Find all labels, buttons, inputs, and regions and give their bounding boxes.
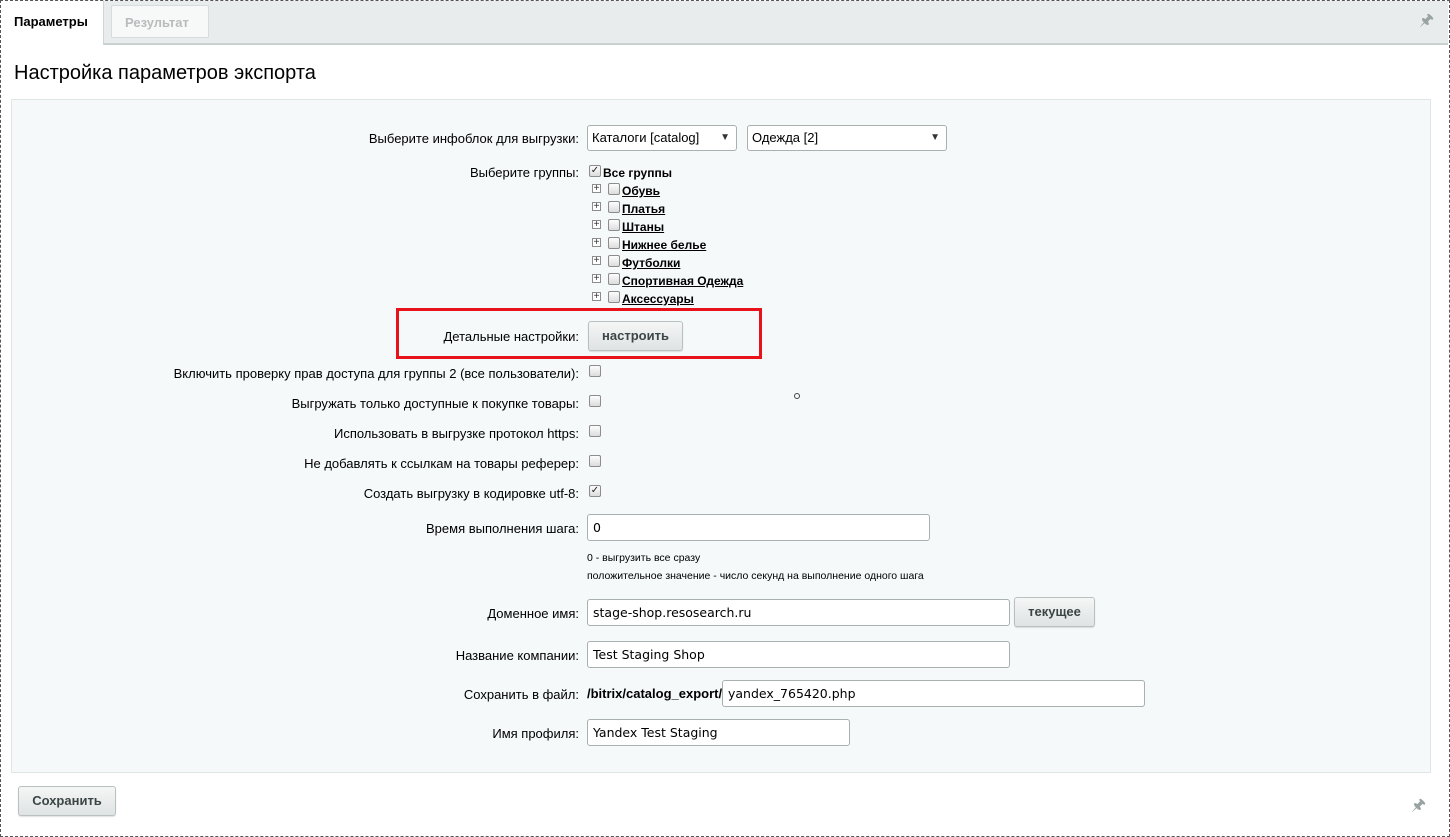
option-label: Не добавлять к ссылкам на товары реферер… bbox=[304, 456, 579, 471]
option-label: Создать выгрузку в кодировке utf-8: bbox=[363, 486, 579, 501]
detail-label: Детальные настройки: bbox=[443, 329, 579, 344]
save-file-path: /bitrix/catalog_export/ bbox=[587, 686, 723, 701]
option-checkbox[interactable] bbox=[589, 395, 601, 407]
step-time-input[interactable]: 0 bbox=[587, 514, 930, 541]
step-time-hint: положительное значение - число секунд на… bbox=[587, 570, 924, 582]
save-button[interactable]: Сохранить bbox=[18, 786, 116, 816]
infoblock-label: Выберите инфоблок для выгрузки: bbox=[368, 131, 579, 146]
tab-parameters[interactable]: Параметры bbox=[1, 1, 104, 45]
expand-icon[interactable]: + bbox=[592, 202, 601, 212]
tab-bar: Параметры Результат 🖈 bbox=[1, 1, 1448, 45]
group-checkbox[interactable] bbox=[608, 183, 620, 195]
settings-panel bbox=[11, 99, 1431, 773]
option-label: Включить проверку прав доступа для групп… bbox=[173, 366, 579, 381]
profile-name-input[interactable]: Yandex Test Staging bbox=[587, 719, 850, 746]
chevron-down-icon: ▼ bbox=[720, 132, 730, 143]
expand-icon[interactable]: + bbox=[592, 220, 601, 230]
save-file-label: Сохранить в файл: bbox=[463, 687, 579, 702]
expand-icon[interactable]: + bbox=[592, 238, 601, 248]
domain-input[interactable]: stage-shop.resosearch.ru bbox=[587, 599, 1010, 626]
group-link[interactable]: Штаны bbox=[622, 220, 664, 234]
option-label: Выгружать только доступные к покупке тов… bbox=[291, 396, 579, 411]
pin-icon[interactable]: 🖈 bbox=[1411, 794, 1426, 821]
expand-icon[interactable]: + bbox=[592, 274, 601, 284]
groups-label: Выберите группы: bbox=[469, 165, 579, 180]
group-link[interactable]: Футболки bbox=[622, 256, 680, 270]
pin-icon[interactable]: 🖈 bbox=[1419, 9, 1434, 36]
chevron-down-icon: ▼ bbox=[930, 132, 940, 143]
iblock-type-value: Каталоги [catalog] bbox=[592, 130, 700, 145]
page-title: Настройка параметров экспорта bbox=[14, 62, 316, 84]
profile-label: Имя профиля: bbox=[492, 726, 579, 741]
configure-button[interactable]: настроить bbox=[588, 321, 683, 351]
step-time-hint: 0 - выгрузить все сразу bbox=[587, 552, 701, 564]
group-checkbox[interactable] bbox=[608, 219, 620, 231]
current-domain-button[interactable]: текущее bbox=[1014, 597, 1095, 627]
group-link[interactable]: Нижнее белье bbox=[622, 238, 706, 252]
iblock-type-select[interactable]: Каталоги [catalog] ▼ bbox=[587, 125, 737, 151]
group-link[interactable]: Обувь bbox=[622, 184, 660, 198]
company-input[interactable]: Test Staging Shop bbox=[587, 641, 1010, 668]
option-checkbox[interactable]: ✓ bbox=[589, 485, 601, 497]
tab-result[interactable]: Результат bbox=[111, 5, 209, 38]
group-link[interactable]: Аксессуары bbox=[622, 292, 694, 306]
iblock-value: Одежда [2] bbox=[752, 130, 819, 145]
group-link[interactable]: Спортивная Одежда bbox=[622, 274, 743, 288]
group-checkbox[interactable] bbox=[608, 291, 620, 303]
step-time-label: Время выполнения шага: bbox=[426, 521, 579, 536]
cursor-dot bbox=[794, 393, 800, 399]
company-label: Название компании: bbox=[455, 648, 579, 663]
option-checkbox[interactable] bbox=[589, 365, 601, 377]
expand-icon[interactable]: + bbox=[592, 184, 601, 194]
group-link[interactable]: Платья bbox=[622, 202, 665, 216]
all-groups-checkbox[interactable]: ✓ bbox=[589, 165, 601, 177]
expand-icon[interactable]: + bbox=[592, 256, 601, 266]
group-checkbox[interactable] bbox=[608, 201, 620, 213]
domain-label: Доменное имя: bbox=[487, 606, 579, 621]
iblock-select[interactable]: Одежда [2] ▼ bbox=[747, 125, 947, 151]
option-label: Использовать в выгрузке протокол https: bbox=[333, 426, 579, 441]
option-checkbox[interactable] bbox=[589, 425, 601, 437]
group-checkbox[interactable] bbox=[608, 273, 620, 285]
expand-icon[interactable]: + bbox=[592, 292, 601, 302]
group-checkbox[interactable] bbox=[608, 255, 620, 267]
option-checkbox[interactable] bbox=[589, 455, 601, 467]
all-groups-label: Все группы bbox=[603, 166, 672, 180]
save-file-input[interactable]: yandex_765420.php bbox=[722, 680, 1145, 707]
group-checkbox[interactable] bbox=[608, 237, 620, 249]
